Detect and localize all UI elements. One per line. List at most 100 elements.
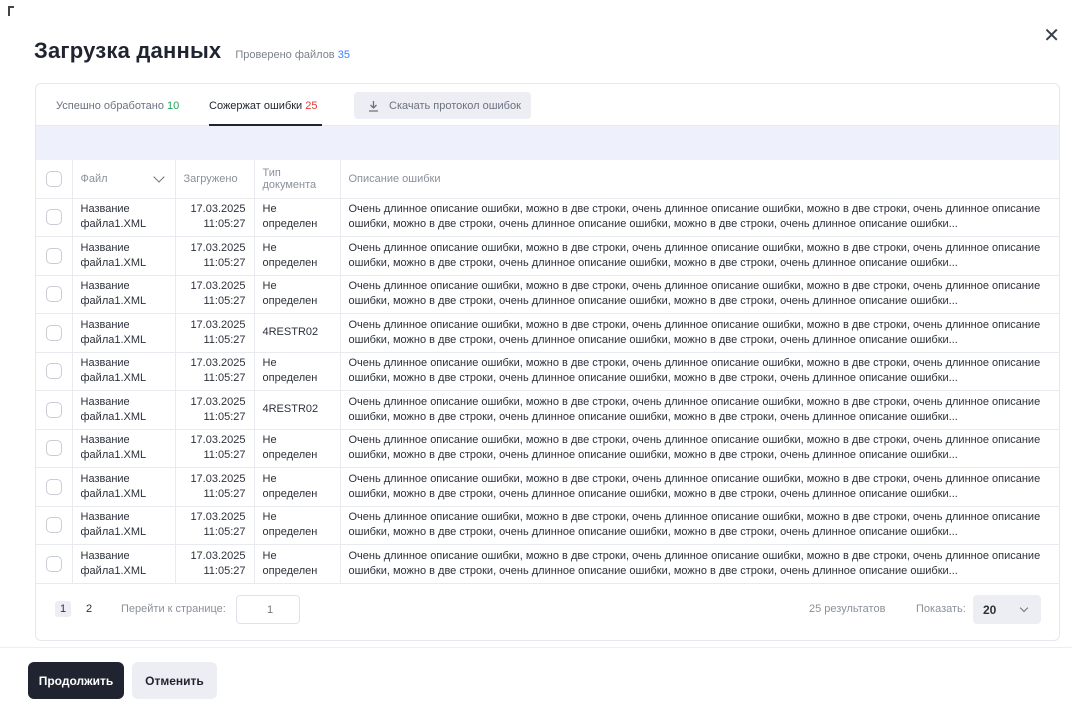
- doc-type-line1: Не: [262, 472, 277, 485]
- table-row: Название файла1.XML 17.03.2025 11:05:27 4RE…: [36, 390, 1059, 430]
- continue-button[interactable]: Продолжить: [28, 662, 124, 699]
- uploaded-date: 17.03.2025: [190, 472, 246, 485]
- filter-strip: [36, 126, 1059, 160]
- header-file[interactable]: Файл: [72, 160, 176, 199]
- uploaded-time: 11:05:27: [203, 487, 246, 500]
- error-description: Очень длинное описание ошибки, можно в д…: [348, 357, 1041, 385]
- file-name-cell: Название файла1.XML: [72, 544, 176, 584]
- row-select-cell: [36, 390, 73, 430]
- table-row: Название файла1.XML 17.03.2025 11:05:27 Не о…: [36, 275, 1059, 314]
- file-name-cell: Название файла1.XML: [72, 429, 176, 468]
- uploaded-date: 17.03.2025: [190, 203, 246, 216]
- header-doc-type: Тип документа: [254, 160, 341, 199]
- error-description-cell: Очень длинное описание ошибки, можно в д…: [340, 352, 1059, 391]
- uploaded-time: 11:05:27: [203, 256, 246, 269]
- uploaded-cell: 17.03.2025 11:05:27: [175, 236, 255, 276]
- close-icon[interactable]: ✕: [1043, 26, 1060, 46]
- doc-type-cell: Не определен: [254, 429, 341, 468]
- file-name-cell: Название файла1.XML: [72, 236, 176, 276]
- error-description: Очень длинное описание ошибки, можно в д…: [348, 472, 1041, 500]
- results-count: 25 результатов: [809, 603, 886, 615]
- checked-files-info: Проверено файлов 35: [235, 49, 350, 61]
- row-select-cell: [36, 236, 73, 276]
- doc-type-line2: определен: [262, 449, 318, 462]
- uploaded-cell: 17.03.2025 11:05:27: [175, 506, 255, 545]
- error-description-cell: Очень длинное описание ошибки, можно в д…: [340, 198, 1059, 237]
- page-2-button[interactable]: 2: [81, 601, 97, 617]
- tab-success-label: Успешно обработано: [56, 100, 164, 112]
- page-size-select[interactable]: 20: [973, 595, 1041, 624]
- page-size-value: 20: [983, 602, 997, 617]
- chevron-down-icon[interactable]: [152, 171, 165, 183]
- uploaded-date: 17.03.2025: [190, 241, 246, 254]
- doc-type-line1: Не: [262, 357, 277, 370]
- table-row: Название файла1.XML 17.03.2025 11:05:27 4RE…: [36, 313, 1059, 353]
- row-select-cell: [36, 429, 73, 468]
- header-doc-type-line1: Тип: [262, 166, 281, 179]
- tab-errors[interactable]: Сожержат ошибки 25: [209, 100, 318, 112]
- doc-type-line1: Не: [262, 434, 277, 447]
- doc-type-cell: Не определен: [254, 275, 341, 314]
- download-protocol-button[interactable]: Скачать протокол ошибок: [354, 92, 531, 119]
- uploaded-time: 11:05:27: [203, 218, 246, 231]
- error-description: Очень длинное описание ошибки, можно в д…: [348, 241, 1041, 269]
- doc-type-line1: Не: [262, 549, 277, 562]
- doc-type-line1: 4RESTR02: [262, 403, 319, 416]
- error-description-cell: Очень длинное описание ошибки, можно в д…: [340, 544, 1059, 584]
- row-checkbox[interactable]: [45, 401, 62, 418]
- uploaded-date: 17.03.2025: [190, 395, 246, 408]
- row-checkbox[interactable]: [45, 555, 62, 572]
- table-row: Название файла1.XML 17.03.2025 11:05:27 Не о…: [36, 352, 1059, 391]
- tabs-bar: Успешно обработано 10 Сожержат ошибки 25…: [36, 84, 1059, 126]
- doc-type-cell: Не определен: [254, 352, 341, 391]
- table-row: Название файла1.XML 17.03.2025 11:05:27 Не о…: [36, 429, 1059, 468]
- header-select-all: [36, 160, 73, 199]
- uploaded-time: 11:05:27: [203, 449, 246, 462]
- header-description: Описание ошибки: [340, 160, 1059, 199]
- row-checkbox[interactable]: [45, 478, 62, 495]
- error-description-cell: Очень длинное описание ошибки, можно в д…: [340, 275, 1059, 314]
- error-description-cell: Очень длинное описание ошибки, можно в д…: [340, 506, 1059, 545]
- uploaded-cell: 17.03.2025 11:05:27: [175, 544, 255, 584]
- tab-errors-label: Сожержат ошибки: [209, 100, 303, 112]
- window-corner-mark: [8, 6, 14, 16]
- doc-type-line2: определен: [262, 372, 318, 385]
- cancel-button[interactable]: Отменить: [132, 662, 217, 699]
- row-checkbox[interactable]: [45, 517, 62, 534]
- error-description: Очень длинное описание ошибки, можно в д…: [348, 434, 1041, 462]
- error-description-cell: Очень длинное описание ошибки, можно в д…: [340, 429, 1059, 468]
- row-checkbox[interactable]: [45, 247, 62, 264]
- row-checkbox[interactable]: [45, 324, 62, 341]
- error-description-cell: Очень длинное описание ошибки, можно в д…: [340, 236, 1059, 276]
- header-uploaded: Загружено: [175, 160, 255, 199]
- tab-success[interactable]: Успешно обработано 10: [56, 100, 179, 112]
- doc-type-cell: 4RESTR02: [254, 313, 341, 353]
- row-checkbox[interactable]: [45, 440, 62, 457]
- select-all-checkbox[interactable]: [45, 170, 62, 187]
- doc-type-line2: определен: [262, 487, 318, 500]
- doc-type-cell: Не определен: [254, 544, 341, 584]
- uploaded-time: 11:05:27: [203, 526, 246, 539]
- page-1-button[interactable]: 1: [55, 601, 71, 617]
- error-description-cell: Очень длинное описание ошибки, можно в д…: [340, 467, 1059, 507]
- doc-type-line2: определен: [262, 526, 318, 539]
- doc-type-line2: определен: [262, 218, 318, 231]
- file-name-cell: Название файла1.XML: [72, 275, 176, 314]
- goto-page-input[interactable]: [236, 595, 300, 624]
- uploaded-date: 17.03.2025: [190, 511, 246, 524]
- goto-page-label: Перейти к странице:: [121, 603, 226, 615]
- doc-type-line1: Не: [262, 511, 277, 524]
- row-select-cell: [36, 275, 73, 314]
- doc-type-line1: Не: [262, 241, 277, 254]
- row-checkbox[interactable]: [45, 363, 62, 380]
- row-checkbox[interactable]: [45, 286, 62, 303]
- table-row: Название файла1.XML 17.03.2025 11:05:27 Не о…: [36, 506, 1059, 545]
- download-icon: [368, 100, 379, 112]
- uploaded-time: 11:05:27: [203, 333, 246, 346]
- doc-type-line2: определен: [262, 564, 318, 577]
- footer-divider: [0, 647, 1072, 648]
- uploaded-time: 11:05:27: [203, 410, 246, 423]
- error-description: Очень длинное описание ошибки, можно в д…: [348, 318, 1041, 346]
- row-checkbox[interactable]: [45, 209, 62, 226]
- doc-type-cell: Не определен: [254, 467, 341, 507]
